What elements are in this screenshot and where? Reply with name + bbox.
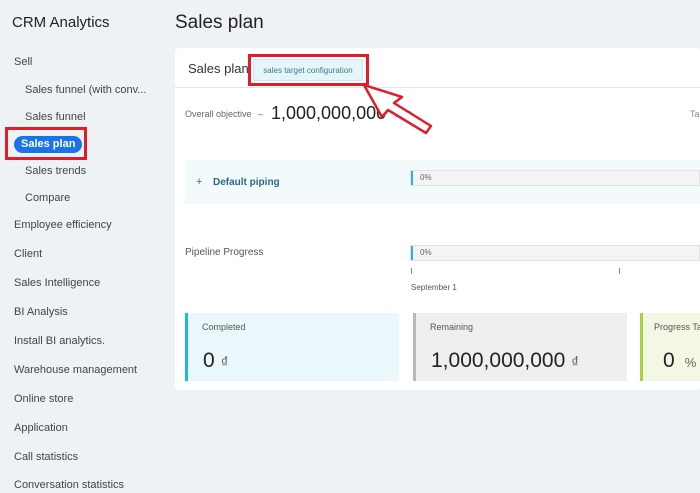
pipeline-progress-fill (411, 246, 413, 260)
default-piping-progress-bar: 0% (410, 170, 700, 186)
timeline-start-label: September 1 (411, 283, 457, 292)
sidebar-item-employee-efficiency[interactable]: Employee efficiency (14, 219, 112, 231)
right-cut-label: Ta (690, 109, 700, 119)
default-piping-progress-fill (411, 171, 413, 185)
sidebar-item-warehouse-management[interactable]: Warehouse management (14, 364, 137, 376)
completed-unit: ₫ (220, 354, 229, 371)
sidebar-item-online-store[interactable]: Online store (14, 393, 73, 405)
pipeline-progress-bar: 0% (410, 245, 700, 261)
sidebar-item-sales-funnel[interactable]: Sales funnel (25, 111, 86, 123)
sidebar-item-bi-analysis[interactable]: BI Analysis (14, 306, 68, 318)
progress-card-value: 0% (663, 349, 696, 373)
completed-value: 0 (203, 349, 215, 372)
pointer-arrow-icon (362, 83, 433, 135)
remaining-card-title: Remaining (430, 322, 474, 332)
remaining-value: 1,000,000,000 (431, 349, 566, 372)
completed-card-title: Completed (202, 322, 246, 332)
progress-card: Progress Ta 0% (640, 313, 700, 381)
page-title: Sales plan (175, 12, 264, 33)
default-piping-label[interactable]: Default piping (213, 177, 280, 188)
remaining-card-value: 1,000,000,000 ₫ (431, 349, 579, 373)
overall-objective-label: Overall objective (185, 109, 252, 119)
progress-unit: % (684, 355, 697, 370)
sidebar-item-conversation-statistics[interactable]: Conversation statistics (14, 479, 124, 491)
overall-objective-dash: – (258, 109, 264, 119)
progress-value: 0 (663, 349, 675, 372)
sales-plan-highlight-box (5, 127, 87, 160)
sidebar-item-compare[interactable]: Compare (25, 192, 70, 204)
expand-plus-icon[interactable]: + (196, 176, 202, 188)
sidebar-item-application[interactable]: Application (14, 422, 68, 434)
sidebar-item-client[interactable]: Client (14, 248, 42, 260)
config-button-highlight-box (248, 54, 369, 86)
sidebar-item-sell[interactable]: Sell (14, 56, 32, 68)
pipeline-percent: 0% (420, 248, 432, 257)
panel-title: Sales plan (188, 61, 249, 76)
sidebar-item-call-statistics[interactable]: Call statistics (14, 451, 78, 463)
default-piping-percent: 0% (420, 173, 432, 182)
completed-card: Completed 0 ₫ (185, 313, 399, 381)
timeline-tick (619, 268, 620, 274)
remaining-card: Remaining 1,000,000,000 ₫ (413, 313, 627, 381)
progress-card-title: Progress Ta (654, 322, 700, 332)
app-title: CRM Analytics (12, 14, 110, 31)
sidebar-item-sales-funnel-conv[interactable]: Sales funnel (with conv... (25, 84, 146, 96)
sidebar-item-sales-trends[interactable]: Sales trends (25, 165, 86, 177)
remaining-unit: ₫ (571, 354, 579, 371)
timeline-tick (411, 268, 412, 274)
pipeline-progress-label: Pipeline Progress (185, 247, 264, 258)
completed-card-value: 0 ₫ (203, 349, 228, 373)
sidebar-item-sales-intelligence[interactable]: Sales Intelligence (14, 277, 100, 289)
sidebar-item-install-bi-analytics[interactable]: Install BI analytics. (14, 335, 105, 347)
sidebar: CRM Analytics Sell Sales funnel (with co… (0, 0, 160, 493)
